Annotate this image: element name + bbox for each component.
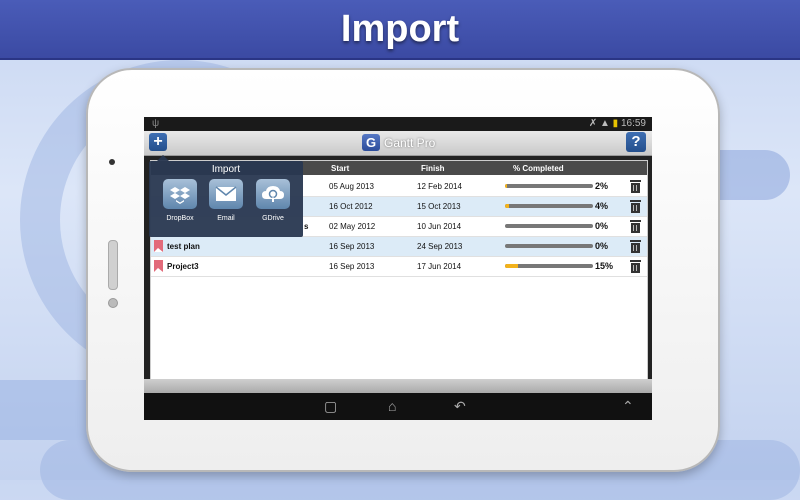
progress-bar [505,244,593,248]
tablet-speaker-slot [108,240,118,290]
percent-completed: 0% [595,221,609,231]
gdrive-label: GDrive [262,215,284,222]
camera-icon [109,159,115,165]
bottom-strip [144,379,652,393]
status-icons: ✗ ▲ ▮ 16:59 [589,118,646,129]
project-name: Project3 [167,262,199,271]
percent-completed: 15% [595,261,614,271]
action-bar: + G Gantt Pro ? [144,131,652,156]
popup-title: Import [211,164,241,175]
finish-date: 15 Oct 2013 [417,202,461,211]
finish-date: 12 Feb 2014 [417,182,462,191]
progress-fill [505,264,519,268]
bookmark-icon [154,240,163,252]
status-bar: ψ ✗ ▲ ▮ 16:59 [144,117,652,131]
dropbox-label: DropBox [166,215,194,222]
finish-date: 24 Sep 2013 [417,242,463,251]
start-date: 05 Aug 2013 [329,182,374,191]
import-dropbox-button[interactable]: DropBox [160,179,200,222]
back-icon[interactable]: ↶ [454,398,466,415]
trash-icon[interactable] [630,180,641,193]
progress-fill [505,204,509,208]
bookmark-icon [154,260,163,272]
finish-date: 10 Jun 2014 [417,222,462,231]
table-row[interactable]: Project3 16 Sep 2013 17 Jun 2014 15% [151,257,647,277]
app-logo-icon: G [362,134,380,151]
app-title: Gantt Pro [384,136,436,150]
add-button[interactable]: + [149,133,167,151]
battery-icon: ▮ [612,118,619,129]
column-header-completed: % Completed [513,164,564,173]
progress-bar [505,204,593,208]
trash-icon[interactable] [630,200,641,213]
tablet-sensor-dot [108,298,118,308]
tablet-screen: ψ ✗ ▲ ▮ 16:59 + G Gantt Pro ? Start Fini… [144,117,652,420]
column-header-finish: Finish [421,164,445,173]
import-popup: Import DropBox Email GDrive [149,161,303,237]
wifi-icon: ▲ [599,118,610,129]
percent-completed: 2% [595,181,609,191]
usb-icon: ψ [152,118,160,129]
email-label: Email [217,215,235,222]
import-gdrive-button[interactable]: GDrive [253,179,293,222]
status-time: 16:59 [620,118,646,129]
percent-completed: 0% [595,241,609,251]
dropbox-icon [163,179,197,209]
promo-title: Import [340,8,460,50]
gdrive-icon [256,179,290,209]
start-date: 16 Sep 2013 [329,242,375,251]
progress-fill [505,184,507,188]
home-icon[interactable]: ⌂ [388,398,396,414]
import-email-button[interactable]: Email [206,179,246,222]
help-button[interactable]: ? [626,132,646,152]
promo-header: Import [0,0,800,60]
trash-icon[interactable] [630,220,641,233]
start-date: 16 Sep 2013 [329,262,375,271]
recents-icon[interactable]: ▢ [324,398,337,415]
progress-bar [505,264,593,268]
mute-icon: ✗ [588,118,598,129]
table-row[interactable]: test plan 16 Sep 2013 24 Sep 2013 0% [151,237,647,257]
project-name: test plan [167,242,200,251]
percent-completed: 4% [595,201,609,211]
start-date: 02 May 2012 [329,222,376,231]
progress-bar [505,184,593,188]
progress-bar [505,224,593,228]
trash-icon[interactable] [630,260,641,273]
chevron-up-icon[interactable]: ⌃ [622,398,634,415]
trash-icon[interactable] [630,240,641,253]
start-date: 16 Oct 2012 [329,202,373,211]
system-nav-bar: ▢ ⌂ ↶ ⌃ [144,393,652,420]
email-icon [209,179,243,209]
finish-date: 17 Jun 2014 [417,262,462,271]
project-name: s [304,222,309,231]
column-header-start: Start [331,164,350,173]
